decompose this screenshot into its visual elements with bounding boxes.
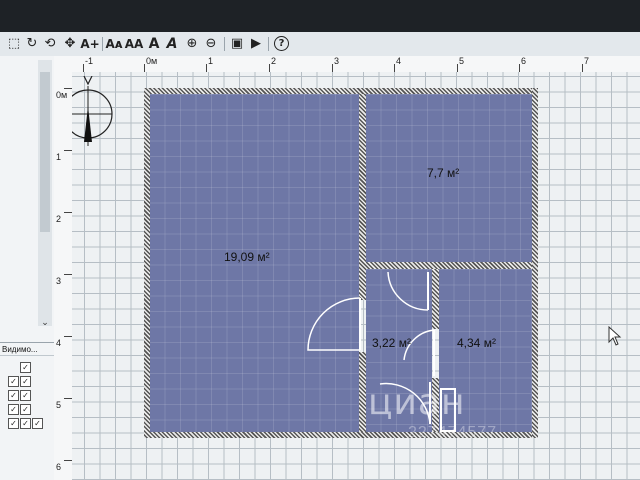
visibility-checkbox[interactable]: ✓	[20, 390, 31, 401]
ruler-tick	[519, 64, 520, 72]
toolbar: ⬚ ↻ ⟲ ✥ A+ Aᴀ AA A A ⊕ ⊖ ▣ ▶ ?	[0, 32, 640, 57]
visibility-checkbox[interactable]: ✓	[20, 418, 31, 429]
visibility-checkbox[interactable]: ✓	[20, 362, 31, 373]
ruler-label: 2	[271, 56, 277, 66]
ruler-tick	[64, 336, 72, 337]
wall[interactable]	[366, 262, 532, 269]
ruler-tick	[64, 460, 72, 461]
italic-text-icon[interactable]: A	[164, 36, 180, 52]
left-panel: ⌄ Видимо... ✓ ✓ ✓ ✓ ✓ ✓ ✓ ✓ ✓ ✓	[0, 56, 55, 480]
area-label-living: 19,09 м²	[224, 250, 270, 264]
ruler-tick	[64, 398, 72, 399]
ruler-tick	[332, 64, 333, 72]
ruler-label: 3	[334, 56, 340, 66]
ruler-label: -1	[85, 56, 94, 66]
watermark-id: 227474577	[408, 424, 498, 441]
ruler-tick	[64, 88, 72, 89]
ruler-tick	[269, 64, 270, 72]
wall[interactable]	[532, 88, 538, 438]
compass-icon	[72, 76, 113, 146]
door-arc-icon[interactable]	[378, 270, 434, 316]
toolbar-separator	[268, 37, 269, 51]
create-rooms-icon[interactable]: ✥	[62, 36, 78, 52]
visibility-checkbox[interactable]: ✓	[20, 376, 31, 387]
wall[interactable]	[359, 94, 366, 300]
ruler-tick	[144, 64, 145, 72]
visibility-checkbox[interactable]: ✓	[20, 404, 31, 415]
increase-text-icon[interactable]: AA	[124, 36, 144, 52]
ruler-tick	[457, 64, 458, 72]
ruler-label: 1	[208, 56, 214, 66]
ruler-label: 2	[56, 214, 62, 224]
area-label-hall: 3,22 м²	[372, 336, 411, 350]
wall[interactable]	[144, 88, 538, 94]
ruler-label: 6	[521, 56, 527, 66]
ruler-label: 1	[56, 152, 62, 162]
vertical-ruler: 0м 1 2 3 4 5 6	[54, 72, 73, 480]
visibility-column-header: Видимо...	[0, 342, 54, 356]
toolbar-separator	[224, 37, 225, 51]
help-icon[interactable]: ?	[274, 36, 289, 51]
ruler-tick	[83, 64, 84, 72]
door-arc-icon[interactable]	[300, 290, 370, 360]
ruler-label: 4	[56, 338, 62, 348]
add-text-icon[interactable]: A+	[80, 36, 100, 52]
visibility-checkbox[interactable]: ✓	[8, 404, 19, 415]
ruler-tick	[64, 212, 72, 213]
visibility-checkbox[interactable]: ✓	[8, 376, 19, 387]
zoom-in-icon[interactable]: ⊕	[184, 36, 200, 52]
ruler-label: 4	[396, 56, 402, 66]
monitor-bezel	[0, 0, 640, 32]
mouse-cursor-icon	[608, 326, 622, 346]
chevron-down-icon[interactable]: ⌄	[38, 316, 52, 328]
video-icon[interactable]: ▶	[248, 36, 264, 52]
horizontal-ruler: -1 0м 1 2 3 4 5 6 7	[54, 56, 640, 73]
ruler-label: 0м	[56, 90, 68, 100]
wall[interactable]	[144, 88, 150, 438]
visibility-checkbox[interactable]: ✓	[8, 418, 19, 429]
visibility-checkbox[interactable]: ✓	[32, 418, 43, 429]
area-label-bath: 4,34 м²	[457, 336, 496, 350]
area-label-kitchen: 7,7 м²	[427, 166, 460, 180]
ruler-label: 6	[56, 462, 62, 472]
ruler-tick	[64, 274, 72, 275]
ruler-label: 5	[56, 400, 62, 410]
scrollbar-thumb[interactable]	[40, 72, 50, 232]
bold-text-icon[interactable]: A	[146, 36, 162, 52]
dimension-icon[interactable]: Aᴀ	[104, 36, 124, 52]
ruler-label: 3	[56, 276, 62, 286]
select-icon[interactable]: ⬚	[6, 36, 22, 52]
ruler-label: 0м	[146, 56, 158, 66]
ruler-tick	[206, 64, 207, 72]
ruler-tick	[582, 64, 583, 72]
toolbar-separator	[102, 37, 103, 51]
door-arc-icon[interactable]	[400, 326, 440, 382]
watermark-logo: циан	[368, 382, 466, 423]
ruler-tick	[64, 150, 72, 151]
pan-icon[interactable]: ↻	[24, 36, 40, 52]
zoom-out-icon[interactable]: ⊖	[203, 36, 219, 52]
ruler-label: 5	[459, 56, 465, 66]
create-walls-icon[interactable]: ⟲	[42, 36, 58, 52]
ruler-tick	[394, 64, 395, 72]
visibility-checkbox[interactable]: ✓	[8, 390, 19, 401]
photo-icon[interactable]: ▣	[229, 36, 245, 52]
ruler-label: 7	[584, 56, 590, 66]
wall[interactable]	[359, 352, 366, 432]
